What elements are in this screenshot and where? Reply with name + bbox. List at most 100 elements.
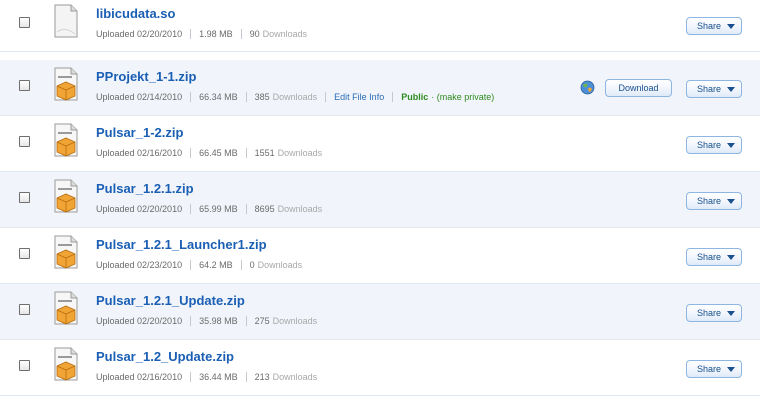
divider — [190, 92, 192, 102]
divider — [245, 148, 247, 158]
downloads-label: Downloads — [257, 260, 303, 270]
downloads-label: Downloads — [262, 29, 308, 39]
share-label: Share — [696, 140, 722, 150]
downloads-label: Downloads — [277, 148, 323, 158]
file-meta: Uploaded 02/20/2010 65.99 MB 8695 Downlo… — [96, 204, 322, 214]
file-meta: Uploaded 02/20/2010 1.98 MB 90 Downloads — [96, 29, 307, 39]
file-meta: Uploaded 02/20/2010 35.98 MB 275 Downloa… — [96, 316, 317, 326]
file-meta: Uploaded 02/16/2010 36.44 MB 213 Downloa… — [96, 372, 317, 382]
divider — [190, 148, 192, 158]
downloads-label: Downloads — [272, 372, 318, 382]
download-count: 1551 — [254, 148, 275, 158]
share-label: Share — [696, 84, 722, 94]
file-row: Pulsar_1.2.1.zip Uploaded 02/20/2010 65.… — [0, 172, 760, 228]
generic-file-icon — [53, 4, 79, 38]
file-row: Pulsar_1.2.1_Update.zip Uploaded 02/20/2… — [0, 284, 760, 340]
share-button[interactable]: Share — [686, 17, 742, 35]
public-status: Public — [401, 92, 429, 102]
share-button[interactable]: Share — [686, 248, 742, 266]
chevron-down-icon — [727, 87, 735, 92]
file-name-link[interactable]: PProjekt_1-1.zip — [96, 69, 196, 84]
download-button[interactable]: Download — [605, 79, 672, 97]
upload-date: Uploaded 02/20/2010 — [96, 204, 183, 214]
divider — [392, 92, 394, 102]
upload-date: Uploaded 02/14/2010 — [96, 92, 183, 102]
share-label: Share — [696, 308, 722, 318]
share-button[interactable]: Share — [686, 192, 742, 210]
file-size: 66.45 MB — [199, 148, 238, 158]
divider — [245, 92, 247, 102]
file-row: Pulsar_1-2.zip Uploaded 02/16/2010 66.45… — [0, 116, 760, 172]
file-checkbox[interactable] — [19, 192, 30, 203]
chevron-down-icon — [727, 24, 735, 29]
zip-archive-icon — [53, 291, 79, 325]
divider — [325, 92, 327, 102]
downloads-label: Downloads — [277, 204, 323, 214]
file-size: 36.44 MB — [199, 372, 238, 382]
chevron-down-icon — [727, 311, 735, 316]
file-meta: Uploaded 02/14/2010 66.34 MB 385 Downloa… — [96, 92, 494, 102]
share-button[interactable]: Share — [686, 304, 742, 322]
zip-archive-icon — [53, 123, 79, 157]
divider — [190, 372, 192, 382]
file-size: 64.2 MB — [199, 260, 233, 270]
divider — [245, 372, 247, 382]
file-size: 65.99 MB — [199, 204, 238, 214]
file-list: libicudata.so Uploaded 02/20/2010 1.98 M… — [0, 0, 767, 399]
file-name-link[interactable]: Pulsar_1.2.1_Update.zip — [96, 293, 245, 308]
divider — [190, 204, 192, 214]
file-size: 1.98 MB — [199, 29, 233, 39]
divider — [190, 29, 192, 39]
file-row: Pulsar_1.2_Update.zip Uploaded 02/16/201… — [0, 340, 760, 396]
share-label: Share — [696, 252, 722, 262]
file-name-link[interactable]: Pulsar_1.2.1.zip — [96, 181, 194, 196]
divider — [245, 316, 247, 326]
upload-date: Uploaded 02/16/2010 — [96, 148, 183, 158]
downloads-label: Downloads — [272, 316, 318, 326]
upload-date: Uploaded 02/16/2010 — [96, 372, 183, 382]
file-checkbox[interactable] — [19, 248, 30, 259]
share-button[interactable]: Share — [686, 360, 742, 378]
download-count: 213 — [254, 372, 270, 382]
divider — [240, 29, 242, 39]
divider — [240, 260, 242, 270]
file-size: 66.34 MB — [199, 92, 238, 102]
file-row: Pulsar_1.2.1_Launcher1.zip Uploaded 02/2… — [0, 228, 760, 284]
divider — [190, 316, 192, 326]
make-private-link[interactable]: · (make private) — [431, 92, 494, 102]
edit-file-info-link[interactable]: Edit File Info — [334, 92, 384, 102]
download-count: 275 — [254, 316, 270, 326]
downloads-label: Downloads — [272, 92, 318, 102]
chevron-down-icon — [727, 199, 735, 204]
divider — [190, 260, 192, 270]
file-name-link[interactable]: Pulsar_1.2.1_Launcher1.zip — [96, 237, 267, 252]
chevron-down-icon — [727, 255, 735, 260]
file-row: libicudata.so Uploaded 02/20/2010 1.98 M… — [0, 0, 760, 52]
upload-date: Uploaded 02/20/2010 — [96, 316, 183, 326]
upload-date: Uploaded 02/23/2010 — [96, 260, 183, 270]
download-count: 385 — [254, 92, 270, 102]
file-row: PProjekt_1-1.zip Uploaded 02/14/2010 66.… — [0, 60, 760, 116]
file-name-link[interactable]: Pulsar_1-2.zip — [96, 125, 183, 140]
file-meta: Uploaded 02/23/2010 64.2 MB 0 Downloads — [96, 260, 302, 270]
zip-archive-icon — [53, 67, 79, 101]
file-checkbox[interactable] — [19, 136, 30, 147]
file-checkbox[interactable] — [19, 17, 30, 28]
share-button[interactable]: Share — [686, 80, 742, 98]
share-button[interactable]: Share — [686, 136, 742, 154]
file-name-link[interactable]: libicudata.so — [96, 6, 175, 21]
chevron-down-icon — [727, 143, 735, 148]
file-checkbox[interactable] — [19, 80, 30, 91]
globe-icon — [580, 80, 595, 95]
file-checkbox[interactable] — [19, 304, 30, 315]
share-label: Share — [696, 364, 722, 374]
file-checkbox[interactable] — [19, 360, 30, 371]
share-label: Share — [696, 196, 722, 206]
zip-archive-icon — [53, 235, 79, 269]
zip-archive-icon — [53, 179, 79, 213]
file-name-link[interactable]: Pulsar_1.2_Update.zip — [96, 349, 234, 364]
download-count: 8695 — [254, 204, 275, 214]
file-size: 35.98 MB — [199, 316, 238, 326]
download-count: 0 — [249, 260, 255, 270]
share-label: Share — [696, 21, 722, 31]
